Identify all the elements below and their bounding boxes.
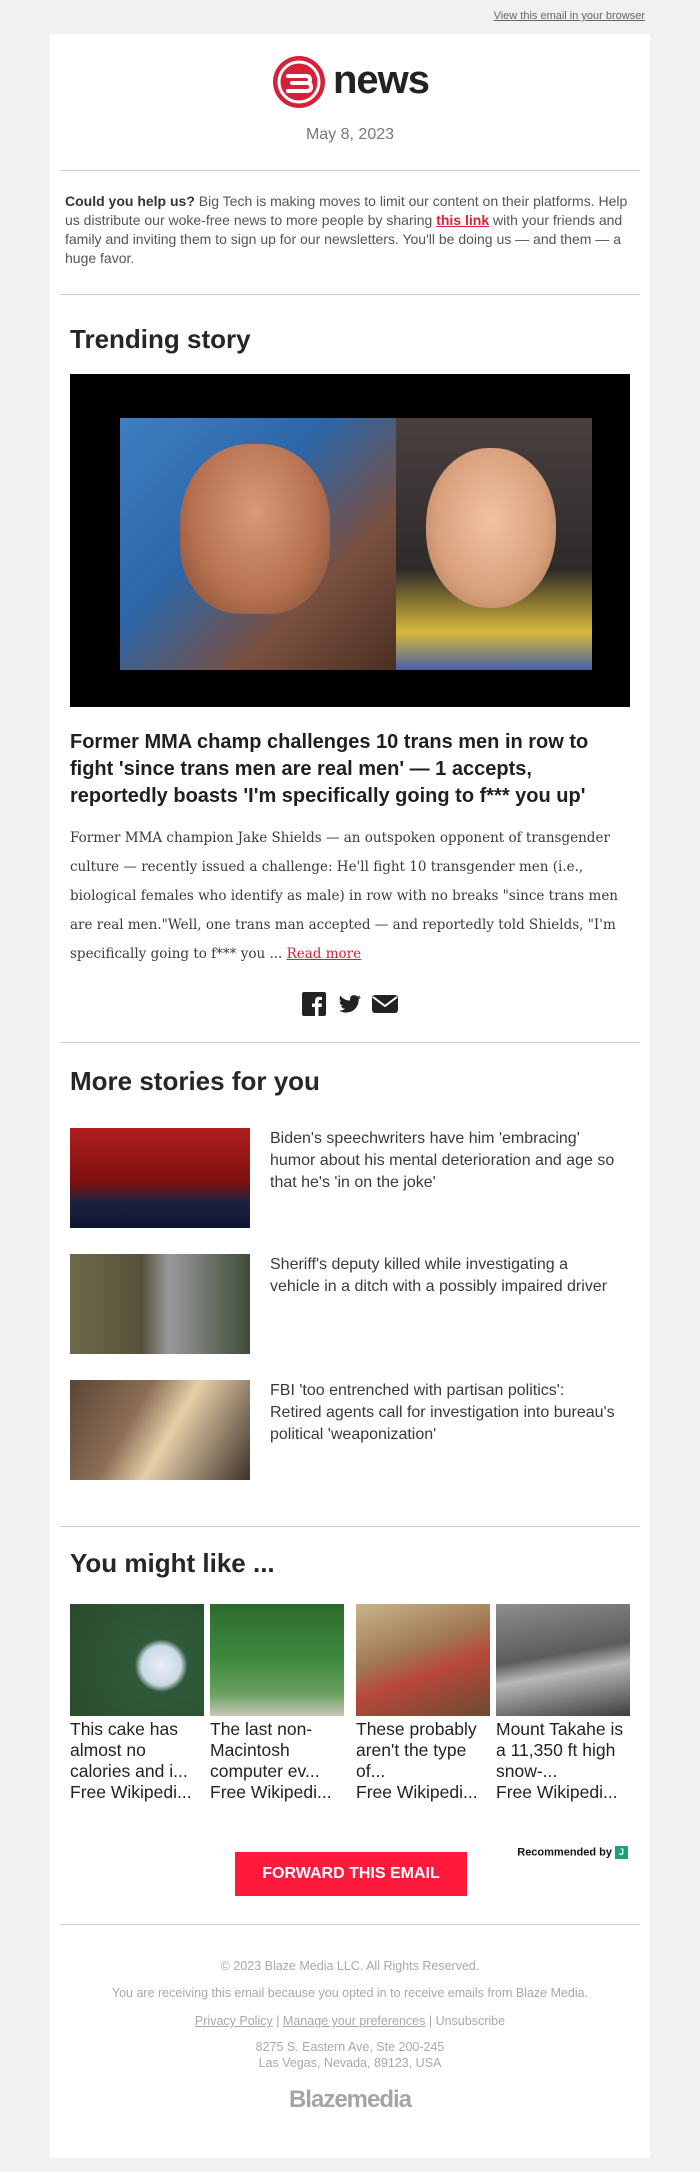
recommendation-source: Free Wikipedi... — [496, 1782, 618, 1802]
hero-right-face — [426, 448, 556, 608]
excerpt-text: Former MMA champion Jake Shields — an ou… — [70, 830, 619, 962]
trending-headline[interactable]: Former MMA champ challenges 10 trans men… — [70, 729, 630, 810]
trending-heading: Trending story — [70, 324, 251, 354]
read-more-link[interactable]: Read more — [287, 946, 362, 962]
story-item[interactable]: Sheriff's deputy killed while investigat… — [70, 1254, 610, 1354]
story-title[interactable]: Biden's speechwriters have him 'embracin… — [270, 1128, 615, 1194]
recommendation-title[interactable]: This cake has almost no calories and i..… — [70, 1719, 204, 1782]
recommendation-card[interactable]: These probably aren't the type of... Fre… — [356, 1604, 490, 1803]
trending-story-image[interactable] — [70, 374, 630, 707]
email-icon[interactable] — [372, 992, 398, 1016]
recommendation-image — [496, 1604, 630, 1716]
manage-preferences-link[interactable]: Manage your preferences — [283, 2014, 425, 2028]
story-item[interactable]: FBI 'too entrenched with partisan politi… — [70, 1380, 615, 1480]
recommendation-image — [70, 1604, 204, 1716]
recommendation-title[interactable]: The last non-Macintosh computer ev... — [210, 1719, 344, 1782]
story-thumbnail — [70, 1254, 250, 1354]
recommendation-title[interactable]: Mount Takahe is a 11,350 ft high snow-..… — [496, 1719, 630, 1782]
footer-address-line1: 8275 S. Eastern Ave, Ste 200-245 — [255, 2040, 445, 2054]
blaze-news-logo[interactable]: news — [273, 56, 433, 112]
divider — [60, 170, 640, 171]
divider — [60, 294, 640, 295]
share-link[interactable]: this link — [436, 212, 489, 228]
recommendation-source: Free Wikipedi... — [70, 1782, 192, 1802]
recommendation-title[interactable]: These probably aren't the type of... — [356, 1719, 490, 1782]
recommended-by[interactable]: Recommended by J — [517, 1846, 628, 1859]
logo-text: news — [333, 58, 430, 102]
help-lead: Could you help us? — [65, 193, 195, 209]
divider — [60, 1526, 640, 1527]
forward-email-button[interactable]: FORWARD THIS EMAIL — [235, 1852, 467, 1896]
blaze-b-icon — [273, 56, 325, 108]
blaze-media-logo[interactable]: Blazemedia — [50, 2086, 650, 2114]
twitter-icon[interactable] — [338, 992, 362, 1016]
recommendation-image — [210, 1604, 344, 1716]
recommendation-image — [356, 1604, 490, 1716]
divider — [60, 1042, 640, 1043]
recommendation-source: Free Wikipedi... — [356, 1782, 478, 1802]
story-title[interactable]: Sheriff's deputy killed while investigat… — [270, 1254, 615, 1298]
footer-address-line2: Las Vegas, Nevada, 89123, USA — [258, 2056, 442, 2070]
recommendation-card[interactable]: Mount Takahe is a 11,350 ft high snow-..… — [496, 1604, 630, 1803]
story-title[interactable]: FBI 'too entrenched with partisan politi… — [270, 1380, 615, 1446]
help-us-message: Could you help us? Big Tech is making mo… — [65, 192, 635, 268]
recommended-by-label: Recommended by — [517, 1846, 612, 1859]
story-item[interactable]: Biden's speechwriters have him 'embracin… — [70, 1128, 614, 1228]
unsubscribe-link[interactable]: Unsubscribe — [436, 2014, 505, 2028]
view-in-browser-link[interactable]: View this email in your browser — [494, 10, 645, 22]
story-thumbnail — [70, 1380, 250, 1480]
trending-excerpt: Former MMA champion Jake Shields — an ou… — [70, 824, 630, 969]
recommendation-source: Free Wikipedi... — [210, 1782, 332, 1802]
recommendation-card[interactable]: This cake has almost no calories and i..… — [70, 1604, 204, 1803]
email-card: news May 8, 2023 Could you help us? Big … — [50, 34, 650, 2158]
you-might-like-heading: You might like ... — [70, 1548, 275, 1578]
divider — [60, 1924, 640, 1925]
facebook-icon[interactable] — [302, 992, 326, 1016]
footer-links: Privacy Policy | Manage your preferences… — [194, 2014, 506, 2028]
issue-date: May 8, 2023 — [305, 126, 395, 143]
footer-receiving: You are receiving this email because you… — [111, 1986, 589, 2000]
top-bar: View this email in your browser — [0, 0, 700, 34]
story-thumbnail — [70, 1128, 250, 1228]
footer-copyright: © 2023 Blaze Media LLC. All Rights Reser… — [220, 1959, 480, 1973]
privacy-policy-link[interactable]: Privacy Policy — [195, 2014, 273, 2028]
recommender-badge-icon: J — [615, 1846, 628, 1859]
recommendation-card[interactable]: The last non-Macintosh computer ev... Fr… — [210, 1604, 344, 1803]
hero-left-face — [180, 444, 330, 614]
more-stories-heading: More stories for you — [70, 1066, 320, 1096]
